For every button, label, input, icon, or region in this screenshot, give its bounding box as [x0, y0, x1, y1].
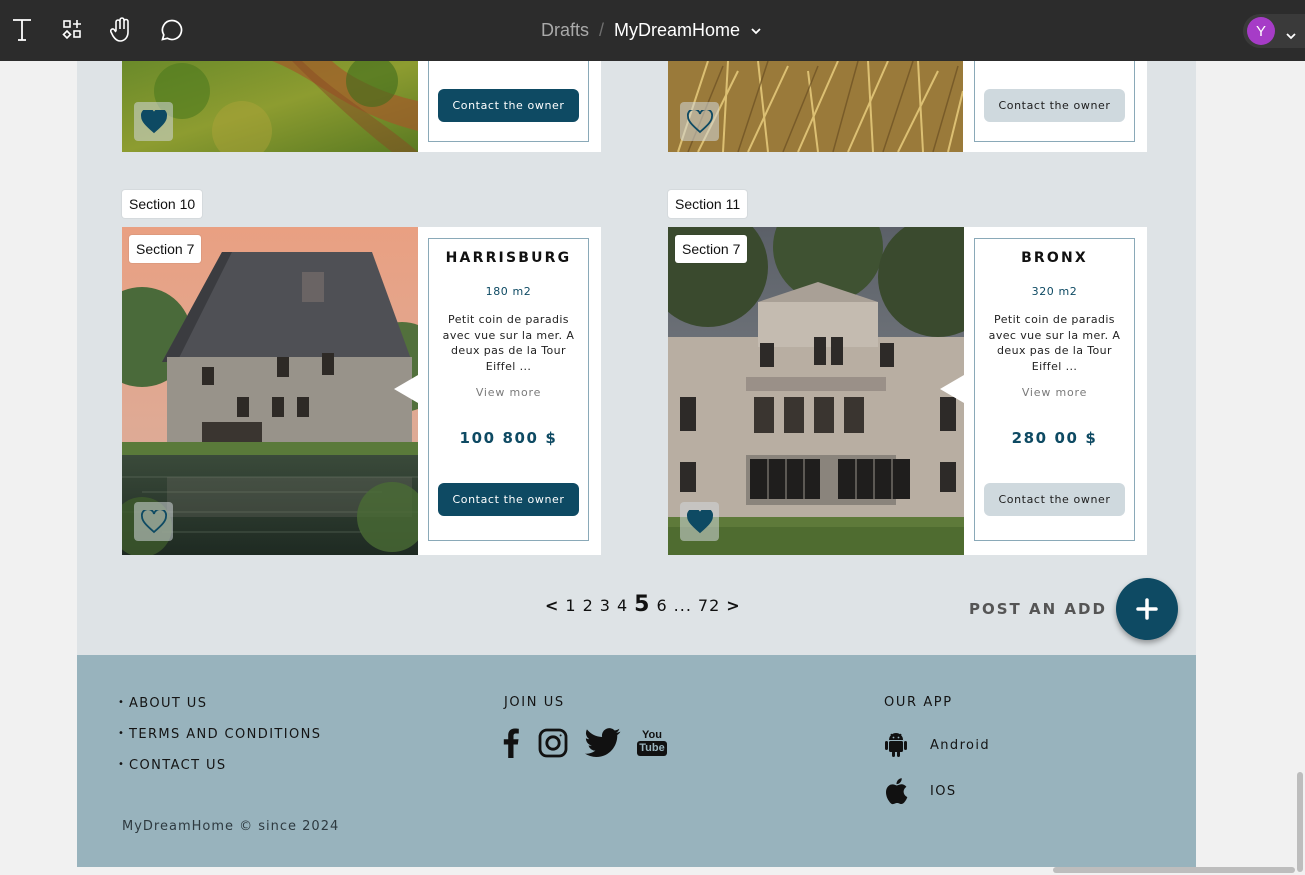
android-app-link[interactable]: Android: [884, 732, 990, 758]
pagination-page[interactable]: 4: [617, 596, 628, 615]
youtube-icon[interactable]: You Tube: [636, 727, 668, 759]
site-footer: ABOUT US TERMS AND CONDITIONS CONTACT US…: [77, 655, 1196, 867]
pagination-current: 5: [634, 592, 651, 617]
android-label: Android: [930, 737, 991, 753]
design-canvas[interactable]: Contact the owner Contact the owner Sect…: [0, 61, 1305, 875]
favorite-button[interactable]: [134, 502, 173, 541]
inner-frame-label[interactable]: Section 7: [129, 235, 202, 263]
twitter-icon[interactable]: [585, 727, 621, 759]
apple-icon: [886, 778, 908, 805]
listing-area: 320 m2: [1031, 285, 1078, 298]
vertical-scrollbar[interactable]: [1297, 772, 1303, 872]
copyright: MyDreamHome © since 2024: [122, 819, 340, 834]
listing-city: BRONX: [1021, 250, 1088, 266]
instagram-icon[interactable]: [537, 727, 569, 759]
favorite-button[interactable]: [680, 502, 719, 541]
favorite-button[interactable]: [680, 102, 719, 141]
listing-card: Section 7 BRONX 320 m2 Petit coin de par…: [668, 227, 1147, 555]
footer-link-contact[interactable]: CONTACT US: [118, 758, 227, 773]
footer-link-about[interactable]: ABOUT US: [118, 696, 207, 711]
frame-label[interactable]: Section 11: [668, 190, 748, 218]
favorite-button[interactable]: [134, 102, 173, 141]
pagination-page[interactable]: 6: [656, 596, 667, 615]
youtube-icon-text-tube: Tube: [637, 741, 667, 756]
pagination-page[interactable]: 2: [583, 596, 594, 615]
our-app-heading: OUR APP: [884, 695, 953, 710]
listing-city: HARRISBURG: [445, 250, 572, 266]
listing-description: Petit coin de paradis avec vue sur la me…: [442, 313, 575, 373]
ios-app-link[interactable]: IOS: [884, 777, 957, 805]
ios-label: IOS: [930, 783, 957, 799]
inner-frame-label[interactable]: Section 7: [675, 235, 748, 263]
listing-card: Section 7 HARRISBURG 180 m2 Petit coin d…: [122, 227, 601, 555]
pagination-ellipsis: ...: [673, 596, 692, 615]
file-name[interactable]: MyDreamHome: [614, 20, 740, 41]
post-add-button[interactable]: [1116, 578, 1178, 640]
carousel-pointer: [940, 375, 964, 403]
android-icon: [885, 733, 907, 757]
hand-tool-icon[interactable]: [109, 17, 135, 43]
user-menu[interactable]: Y: [1243, 14, 1305, 48]
join-us-heading: JOIN US: [504, 695, 565, 710]
breadcrumb-drafts[interactable]: Drafts: [541, 20, 589, 41]
text-tool-icon[interactable]: [9, 17, 35, 43]
heart-icon: [686, 109, 713, 133]
contact-owner-button[interactable]: Contact the owner: [984, 483, 1125, 516]
chevron-down-icon[interactable]: [750, 24, 764, 38]
carousel-pointer: [394, 375, 418, 403]
heart-icon: [686, 509, 713, 533]
figma-toolbar: Drafts / MyDreamHome Y: [0, 0, 1305, 61]
listing-info: BRONX 320 m2 Petit coin de paradis avec …: [974, 238, 1135, 541]
comment-icon[interactable]: [159, 17, 185, 43]
listing-card-partial: Contact the owner: [668, 61, 1147, 152]
pagination-next[interactable]: >: [726, 596, 740, 615]
pagination-page[interactable]: 72: [698, 596, 720, 615]
plus-icon: [1136, 598, 1158, 620]
view-more-link[interactable]: View more: [975, 386, 1134, 399]
contact-owner-button[interactable]: Contact the owner: [438, 89, 579, 122]
listing-info: HARRISBURG 180 m2 Petit coin de paradis …: [428, 238, 589, 541]
horizontal-scrollbar[interactable]: [1053, 867, 1295, 873]
chevron-down-icon[interactable]: [1285, 25, 1297, 44]
heart-icon: [140, 109, 167, 133]
contact-owner-button[interactable]: Contact the owner: [438, 483, 579, 516]
facebook-icon[interactable]: [501, 727, 521, 759]
heart-icon: [140, 509, 167, 533]
pagination-page[interactable]: 3: [600, 596, 611, 615]
footer-link-terms[interactable]: TERMS AND CONDITIONS: [118, 727, 321, 742]
breadcrumb: Drafts / MyDreamHome: [0, 0, 1305, 61]
listing-price: 280 00 $: [1011, 429, 1098, 447]
view-more-link[interactable]: View more: [429, 386, 588, 399]
pagination-prev[interactable]: <: [545, 596, 559, 615]
avatar[interactable]: Y: [1247, 17, 1275, 45]
frame-label[interactable]: Section 10: [122, 190, 203, 218]
youtube-icon-text-you: You: [642, 729, 662, 741]
listing-info: Contact the owner: [974, 61, 1135, 142]
listing-area: 180 m2: [485, 285, 532, 298]
post-add-label[interactable]: POST AN ADD: [969, 600, 1107, 618]
listing-price: 100 800 $: [459, 429, 558, 447]
contact-owner-button[interactable]: Contact the owner: [984, 89, 1125, 122]
listing-description: Petit coin de paradis avec vue sur la me…: [988, 313, 1121, 373]
listing-card-partial: Contact the owner: [122, 61, 601, 152]
pagination: < 1 2 3 4 5 6 ... 72 >: [545, 592, 747, 622]
breadcrumb-separator: /: [598, 20, 604, 40]
pagination-page[interactable]: 1: [565, 596, 576, 615]
components-icon[interactable]: [60, 17, 86, 43]
listing-info: Contact the owner: [428, 61, 589, 142]
